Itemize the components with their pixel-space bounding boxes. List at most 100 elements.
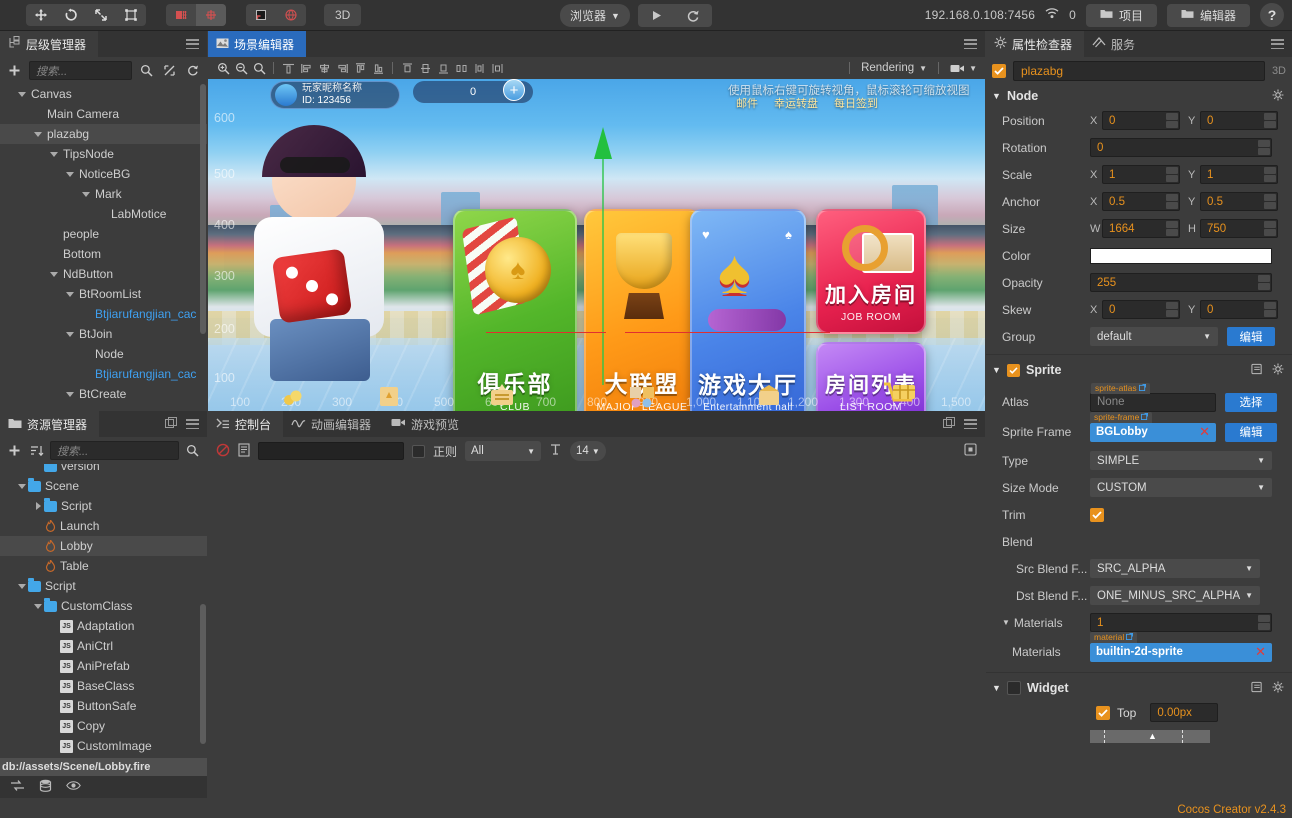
asset-item-copy[interactable]: JSCopy [0, 716, 207, 736]
editor-menu-button[interactable]: 编辑器 [1167, 4, 1250, 27]
database-icon[interactable] [39, 779, 52, 795]
external-link-icon[interactable] [1141, 412, 1148, 422]
chevron-down-icon[interactable] [64, 328, 76, 340]
project-menu-button[interactable]: 项目 [1086, 4, 1157, 27]
zoom-in-icon[interactable] [214, 59, 232, 77]
distribute-h-icon[interactable] [452, 59, 470, 77]
hierarchy-node-ndbutton[interactable]: NdButton [0, 264, 207, 284]
tab-scene-editor[interactable]: 场景编辑器 [208, 31, 306, 57]
atlas-field[interactable]: sprite-atlas None [1090, 393, 1216, 412]
asset-item-scene[interactable]: Scene [0, 476, 207, 496]
widget-section-header[interactable]: ▼ Widget [986, 677, 1292, 699]
chevron-right-icon[interactable] [32, 500, 44, 512]
chevron-down-icon[interactable] [16, 88, 28, 100]
opacity-stepper[interactable] [1258, 275, 1270, 290]
tab-services[interactable]: 服务 [1084, 31, 1147, 57]
hierarchy-node-btcreate[interactable]: BtCreate [0, 384, 207, 404]
asset-item-script[interactable]: Script [0, 576, 207, 596]
rotation-stepper[interactable] [1258, 140, 1270, 155]
camera-dropdown[interactable]: ▼ [950, 63, 977, 74]
assets-tree[interactable]: versionSceneScriptLaunchLobbyTableScript… [0, 464, 207, 774]
sync-icon[interactable] [184, 62, 201, 79]
refresh-assets-icon[interactable] [10, 779, 25, 795]
preview-target-select[interactable]: 浏览器 ▼ [560, 4, 630, 27]
hierarchy-menu-icon[interactable] [186, 39, 199, 49]
pivot-center-button[interactable] [166, 4, 196, 26]
asset-item-aniprefab[interactable]: JSAniPrefab [0, 656, 207, 676]
group-edit-button[interactable]: 编辑 [1227, 327, 1275, 346]
align-center-h-icon[interactable] [315, 59, 333, 77]
group-select[interactable]: default ▼ [1090, 327, 1218, 346]
sort-assets-button[interactable] [28, 442, 45, 459]
chevron-down-icon[interactable] [64, 288, 76, 300]
hierarchy-node-btjiarufangjian-cac[interactable]: Btjiarufangjian_cac [0, 304, 207, 324]
size-w-input[interactable]: 1664 [1102, 219, 1180, 238]
tab-inspector[interactable]: 属性检查器 [986, 31, 1084, 57]
chevron-down-icon[interactable] [16, 580, 28, 592]
search-icon[interactable] [184, 442, 201, 459]
card-join[interactable]: 加入房间 JOB ROOM [816, 209, 926, 334]
hierarchy-node-mark[interactable]: Mark [0, 184, 207, 204]
node-section-header[interactable]: ▼ Node [986, 85, 1292, 107]
rotate-tool-button[interactable] [56, 4, 86, 26]
external-link-icon[interactable] [1126, 632, 1133, 642]
chevron-down-icon[interactable] [48, 268, 60, 280]
node-name-input[interactable]: plazabg [1013, 61, 1265, 81]
hierarchy-node-labmotice[interactable]: LabMotice [0, 204, 207, 224]
align-top-icon[interactable] [351, 59, 369, 77]
hierarchy-node-people[interactable]: people [0, 224, 207, 244]
align-selected-icon[interactable] [279, 59, 297, 77]
console-output[interactable] [208, 465, 985, 795]
dst-blend-select[interactable]: ONE_MINUS_SRC_ALPHA ▼ [1090, 586, 1260, 605]
asset-item-customclass[interactable]: CustomClass [0, 596, 207, 616]
move-gizmo[interactable] [592, 127, 614, 387]
zoom-fit-icon[interactable] [250, 59, 268, 77]
gear-icon[interactable] [1272, 363, 1284, 378]
scene-viewport[interactable]: 玩家昵称名称 ID: 123456 0 + 使用鼠标右键可旋转视角，鼠标滚轮可缩… [208, 79, 985, 411]
asset-item-table[interactable]: Table [0, 556, 207, 576]
sprite-frame-field[interactable]: sprite-frame BGLobby ✕ [1090, 423, 1216, 442]
search-icon[interactable] [138, 62, 155, 79]
size-h-stepper[interactable] [1264, 221, 1276, 236]
asset-item-script[interactable]: Script [0, 496, 207, 516]
scale-y-input[interactable]: 1 [1200, 165, 1278, 184]
quick-action-mail[interactable]: 邮件 [736, 95, 758, 111]
asset-item-buttonsafe[interactable]: JSButtonSafe [0, 696, 207, 716]
widget-enabled-checkbox[interactable] [1007, 681, 1021, 695]
position-y-stepper[interactable] [1264, 113, 1276, 128]
assets-search-input[interactable]: 搜索... [50, 441, 179, 460]
hierarchy-node-noticebg[interactable]: NoticeBG [0, 164, 207, 184]
material-clear-button[interactable]: ✕ [1255, 644, 1266, 660]
anchor-y-stepper[interactable] [1264, 194, 1276, 209]
distribute-bottom-icon[interactable] [434, 59, 452, 77]
gear-icon[interactable] [1272, 681, 1284, 696]
distribute-v-icon[interactable] [470, 59, 488, 77]
console-menu-icon[interactable] [964, 419, 977, 429]
materials-count-input[interactable]: 1 [1090, 613, 1272, 632]
size-w-stepper[interactable] [1166, 221, 1178, 236]
hierarchy-node-btjoin[interactable]: BtJoin [0, 324, 207, 344]
collapse-all-icon[interactable] [161, 62, 178, 79]
asset-item-customimage[interactable]: JSCustomImage [0, 736, 207, 756]
font-size-select[interactable]: 14 ▼ [570, 441, 606, 461]
console-popout-icon[interactable] [943, 417, 955, 432]
skew-y-stepper[interactable] [1264, 302, 1276, 317]
skew-x-input[interactable]: 0 [1102, 300, 1180, 319]
tab-animation-editor[interactable]: 动画编辑器 [283, 411, 383, 437]
player-info-hud[interactable]: 玩家昵称名称 ID: 123456 [270, 81, 400, 109]
sprite-section-header[interactable]: ▼ Sprite [986, 359, 1292, 381]
chevron-down-icon[interactable] [64, 388, 76, 400]
add-node-button[interactable] [6, 62, 23, 79]
add-coin-button[interactable]: + [503, 79, 525, 101]
copy-console-button[interactable] [238, 443, 250, 460]
external-link-icon[interactable] [1139, 383, 1146, 393]
distribute-top-icon[interactable] [398, 59, 416, 77]
zoom-out-icon[interactable] [232, 59, 250, 77]
coord-local-button[interactable] [246, 4, 276, 26]
assets-popout-icon[interactable] [165, 417, 177, 432]
clear-console-button[interactable] [216, 443, 230, 460]
rendering-dropdown[interactable]: Rendering ▼ [861, 62, 927, 74]
eye-icon[interactable] [66, 780, 81, 794]
position-y-input[interactable]: 0 [1200, 111, 1278, 130]
scale-x-input[interactable]: 1 [1102, 165, 1180, 184]
